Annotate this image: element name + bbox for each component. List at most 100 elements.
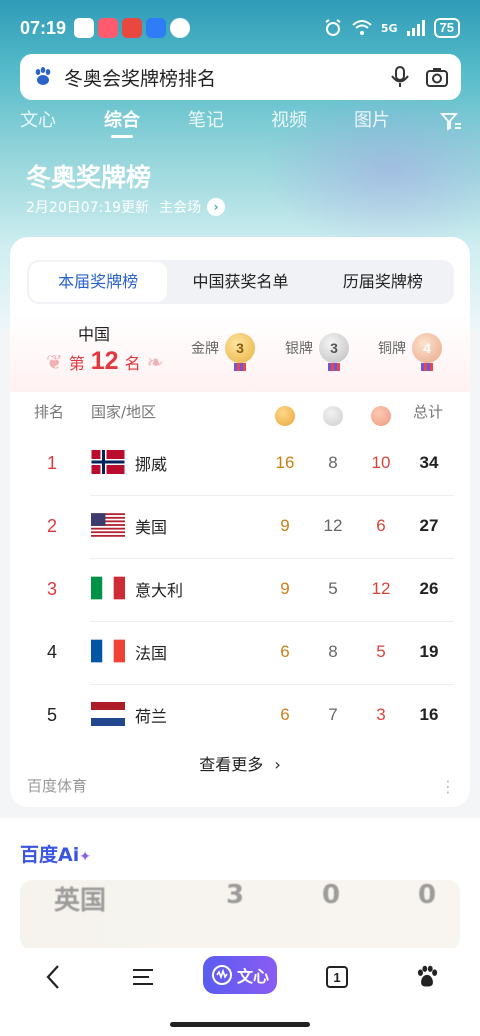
preview-bronze: 0 — [418, 880, 437, 910]
search-box[interactable]: 冬奥会奖牌榜排名 — [20, 54, 461, 100]
table-header: 排名 国家/地区 总计 — [10, 401, 470, 431]
sparkle-icon: ✦ — [79, 849, 91, 865]
silver-medal-icon: 3 — [319, 333, 349, 371]
laurel-left-icon: ❦ — [46, 350, 63, 374]
netherlands-flag-icon — [91, 702, 125, 726]
venue-link[interactable]: 主会场 › — [159, 197, 226, 217]
row-silver: 8 — [328, 453, 338, 472]
silver-dot-icon — [323, 406, 343, 426]
venue-link-label: 主会场 — [159, 200, 202, 216]
network-type: 5G — [380, 21, 398, 35]
laurel-right-icon: ❧ — [146, 350, 164, 374]
row-bronze: 10 — [371, 453, 391, 472]
segment-china-winners[interactable]: 中国获奖名单 — [171, 262, 309, 302]
rank-suffix: 名 — [124, 354, 141, 373]
tab-images[interactable]: 图片 — [354, 106, 390, 132]
row-total: 19 — [419, 642, 439, 661]
row-bronze: 6 — [376, 516, 386, 535]
baidu-paw-icon — [417, 965, 438, 987]
notification-app-icon — [98, 18, 119, 38]
row-country: 美国 — [135, 518, 168, 537]
baidu-paw-icon — [35, 67, 51, 85]
wenxin-icon — [211, 965, 232, 985]
row-total: 27 — [419, 516, 439, 535]
table-row[interactable]: 1 挪威 16 8 10 34 — [10, 433, 470, 496]
row-silver: 5 — [328, 579, 338, 598]
see-more-label: 查看更多 — [199, 755, 264, 774]
preview-country: 英国 — [54, 886, 107, 916]
bronze-summary: 铜牌 4 — [378, 333, 442, 371]
segment-current-medals[interactable]: 本届奖牌榜 — [29, 262, 168, 302]
row-country: 法国 — [135, 644, 168, 663]
row-total: 34 — [419, 453, 439, 472]
header-rank: 排名 — [34, 403, 65, 421]
header-total: 总计 — [413, 403, 444, 421]
table-row[interactable]: 2 美国 9 12 6 27 — [10, 496, 470, 559]
row-gold: 6 — [280, 705, 290, 724]
baidu-home-button[interactable] — [414, 962, 440, 992]
filter-icon[interactable] — [440, 112, 462, 132]
table-row[interactable]: 3 意大利 9 5 12 26 — [10, 559, 470, 622]
see-more-button[interactable]: 查看更多 › — [10, 751, 470, 775]
row-gold: 6 — [280, 642, 290, 661]
bronze-medal-icon: 4 — [412, 333, 442, 371]
back-button[interactable] — [40, 962, 66, 992]
tab-video[interactable]: 视频 — [271, 106, 307, 132]
rank-number: 12 — [90, 347, 119, 375]
battery-indicator: 75 — [433, 18, 460, 38]
tab-wenxin[interactable]: 文心 — [20, 106, 56, 132]
tab-notes[interactable]: 笔记 — [188, 106, 224, 132]
update-info: 2月20日07:19更新 主会场 › — [26, 197, 226, 217]
china-name: 中国 — [78, 325, 111, 344]
rank-prefix: 第 — [68, 354, 85, 373]
segment-history[interactable]: 历届奖牌榜 — [314, 262, 452, 302]
preview-gold: 3 — [226, 880, 245, 910]
camera-icon[interactable] — [425, 66, 449, 88]
status-time: 07:19 — [20, 17, 67, 38]
row-country: 挪威 — [135, 455, 168, 474]
tab-comprehensive[interactable]: 综合 — [104, 106, 140, 132]
search-tabs: 文心 综合 笔记 视频 图片 — [0, 106, 480, 140]
france-flag-icon — [91, 639, 125, 663]
alipay-icon — [122, 18, 143, 38]
row-silver: 12 — [323, 516, 343, 535]
source-label: 百度体育 — [27, 777, 88, 795]
home-indicator[interactable] — [170, 1022, 310, 1027]
header-country: 国家/地区 — [91, 403, 157, 421]
gold-label: 金牌 — [191, 341, 219, 357]
norway-flag-icon — [91, 450, 125, 474]
row-silver: 8 — [328, 642, 338, 661]
china-summary[interactable]: 中国 ❦ 第 12 名 ❧ 金牌 3 银牌 3 铜牌 4 — [10, 315, 470, 392]
row-rank: 1 — [46, 453, 57, 473]
row-total: 26 — [419, 579, 439, 598]
update-time: 2月20日07:19更新 — [26, 200, 150, 216]
back-arrow-icon — [46, 965, 59, 989]
usa-flag-icon — [91, 513, 125, 537]
table-row[interactable]: 4 法国 6 8 5 19 — [10, 622, 470, 685]
silver-summary: 银牌 3 — [285, 333, 349, 371]
chevron-right-icon: › — [207, 198, 226, 216]
microphone-icon[interactable] — [389, 65, 411, 89]
row-total: 16 — [419, 705, 439, 724]
row-country: 意大利 — [135, 581, 184, 600]
preview-silver: 0 — [322, 880, 341, 910]
bronze-dot-icon — [371, 406, 391, 426]
tabs-button[interactable]: 1 — [325, 962, 349, 992]
gold-summary: 金牌 3 — [191, 333, 255, 371]
signal-icon — [406, 20, 425, 36]
ai-answer-preview[interactable]: 英国 3 0 0 — [20, 880, 460, 950]
more-options-icon[interactable]: ⋮ — [440, 777, 456, 796]
medal-table-card: 本届奖牌榜 中国获奖名单 历届奖牌榜 中国 ❦ 第 12 名 ❧ 金牌 3 银牌… — [10, 237, 470, 807]
row-rank: 4 — [46, 642, 57, 662]
wifi-icon — [352, 20, 372, 35]
search-input[interactable]: 冬奥会奖牌榜排名 — [64, 64, 389, 91]
row-gold: 16 — [275, 453, 295, 472]
segment-control: 本届奖牌榜 中国获奖名单 历届奖牌榜 — [27, 260, 454, 304]
row-rank: 5 — [46, 705, 57, 725]
table-row[interactable]: 5 荷兰 6 7 3 16 — [10, 685, 470, 748]
row-bronze: 3 — [376, 705, 386, 724]
menu-button[interactable] — [130, 962, 156, 992]
row-bronze: 5 — [376, 642, 386, 661]
wenxin-label: 文心 — [236, 967, 269, 986]
wenxin-button[interactable]: 文心 — [203, 956, 277, 994]
